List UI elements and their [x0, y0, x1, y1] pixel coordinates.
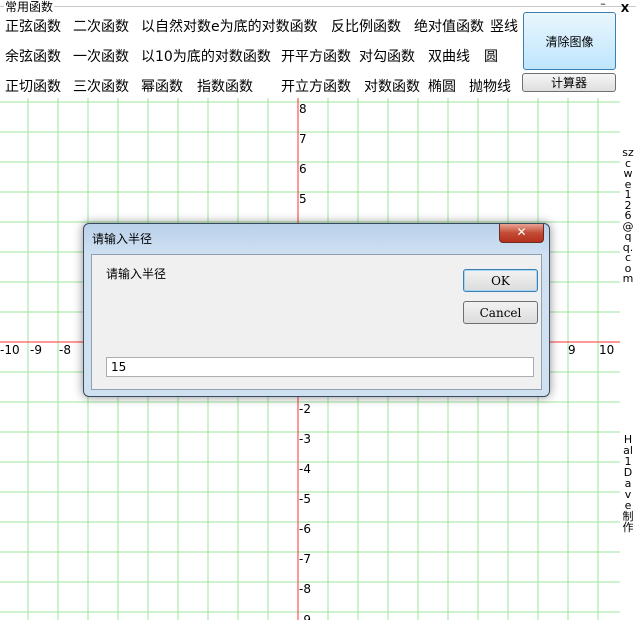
fn-vertical-line[interactable]: 竖线: [490, 18, 518, 36]
y-tick-label: -3: [299, 432, 311, 446]
ok-button[interactable]: OK: [463, 269, 538, 292]
y-tick-label: 5: [299, 192, 307, 206]
dialog-prompt: 请输入半径: [106, 267, 167, 281]
fn-quadratic[interactable]: 二次函数: [73, 18, 129, 36]
y-tick-label: -9: [299, 613, 311, 620]
author-credit: Hal1Dave制作: [622, 433, 634, 534]
fn-cubic[interactable]: 三次函数: [73, 78, 129, 96]
y-tick-label: -7: [299, 552, 311, 566]
y-tick-label: -6: [299, 522, 311, 536]
y-tick-label: -2: [299, 402, 311, 416]
x-tick-label: 10: [599, 343, 614, 357]
x-tick-label: -8: [59, 343, 71, 357]
fn-cosine[interactable]: 余弦函数: [5, 48, 61, 66]
fn-parabola[interactable]: 抛物线: [469, 78, 511, 96]
input-dialog: 请输入半径 ✕ 请输入半径 OK Cancel 15: [83, 223, 550, 397]
calculator-button[interactable]: 计算器: [522, 73, 616, 92]
fn-power[interactable]: 幂函数: [141, 78, 183, 96]
y-tick-label: -4: [299, 462, 311, 476]
fn-square-root[interactable]: 开平方函数: [281, 48, 351, 66]
fn-absolute-value[interactable]: 绝对值函数: [414, 18, 484, 36]
groupbox-border: [0, 6, 636, 7]
fn-ellipse[interactable]: 椭圆: [428, 78, 456, 96]
y-tick-label: 8: [299, 102, 307, 116]
x-tick-label: 9: [568, 343, 576, 357]
minimize-button[interactable]: –: [596, 0, 610, 12]
dialog-title: 请输入半径: [92, 232, 153, 246]
fn-log10[interactable]: 以10为底的对数函数: [141, 48, 271, 66]
fn-natural-log[interactable]: 以自然对数e为底的对数函数: [141, 18, 318, 36]
fn-sine[interactable]: 正弦函数: [5, 18, 61, 36]
fn-logarithm[interactable]: 对数函数: [364, 78, 420, 96]
clear-graph-button[interactable]: 清除图像: [523, 12, 616, 70]
fn-nike[interactable]: 对勾函数: [359, 48, 415, 66]
y-tick-label: -8: [299, 582, 311, 596]
groupbox-title: 常用函数: [4, 0, 55, 15]
dialog-body: 请输入半径 OK Cancel 15: [91, 254, 542, 390]
x-tick-label: -10: [0, 343, 20, 357]
fn-hyperbola[interactable]: 双曲线: [428, 48, 470, 66]
radius-input[interactable]: 15: [106, 357, 534, 377]
fn-exponential[interactable]: 指数函数: [197, 78, 253, 96]
y-tick-label: 6: [299, 162, 307, 176]
fn-circle[interactable]: 圆: [484, 48, 498, 66]
cancel-button[interactable]: Cancel: [463, 301, 538, 324]
app-window: 常用函数 正弦函数 二次函数 以自然对数e为底的对数函数 反比例函数 绝对值函数…: [0, 0, 636, 620]
fn-tangent[interactable]: 正切函数: [5, 78, 61, 96]
email-credit: szcwe126@qq.com: [622, 146, 634, 285]
dialog-close-button[interactable]: ✕: [499, 224, 544, 243]
fn-inverse-proportion[interactable]: 反比例函数: [331, 18, 401, 36]
close-icon: ✕: [516, 225, 527, 239]
close-window-button[interactable]: X: [618, 2, 632, 16]
fn-linear[interactable]: 一次函数: [73, 48, 129, 66]
y-tick-label: 7: [299, 132, 307, 146]
x-tick-label: -9: [30, 343, 42, 357]
y-tick-label: -5: [299, 492, 311, 506]
fn-cube-root[interactable]: 开立方函数: [281, 78, 351, 96]
